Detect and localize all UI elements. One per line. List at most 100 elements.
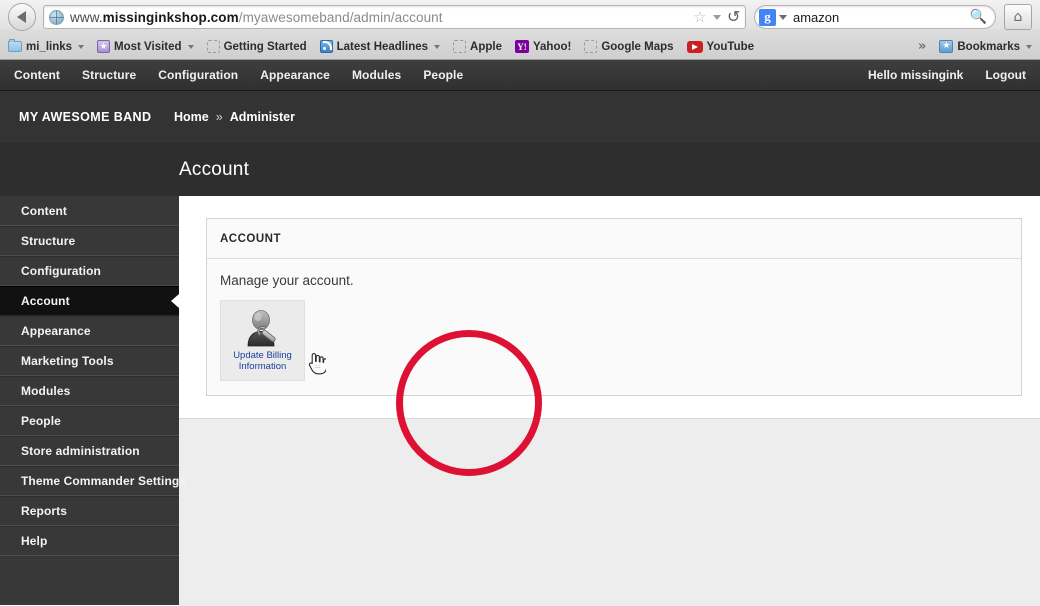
sidebar-item-label: Reports [21,504,68,518]
tile-label-line2: Information [238,360,287,372]
chevron-down-icon [1026,44,1032,49]
chevron-down-icon [78,44,85,49]
panel-description: Manage your account. [220,273,354,288]
admin-toolbar-user-area: Hello missingink Logout [868,68,1026,82]
address-bar[interactable]: www.missinginkshop.com/myawesomeband/adm… [43,5,746,29]
browser-chrome: www.missinginkshop.com/myawesomeband/adm… [0,0,1040,60]
sidebar-item-structure[interactable]: Structure [0,226,179,256]
search-icon[interactable]: 🔍 [970,10,987,24]
placeholder-favicon-icon [584,40,598,53]
sidebar-item-store-administration[interactable]: Store administration [0,436,179,466]
sidebar-item-reports[interactable]: Reports [0,496,179,526]
admin-menu-item-structure[interactable]: Structure [82,68,136,82]
bookmark-label: mi_links [26,40,73,53]
address-bar-url: www.missinginkshop.com/myawesomeband/adm… [70,10,443,25]
bookmark-label: Most Visited [114,40,182,53]
bookmarks-menu-label: Bookmarks [957,40,1020,53]
star-icon[interactable]: ☆ [693,10,706,25]
logout-link[interactable]: Logout [985,68,1026,82]
sidebar-item-account[interactable]: Account [0,286,179,316]
url-path: /myawesomeband/admin/account [238,9,443,25]
bookmark-label: Latest Headlines [336,40,429,53]
user-with-wrench-icon [241,309,285,347]
browser-nav-row: www.missinginkshop.com/myawesomeband/adm… [0,0,1040,34]
tile-label-line1: Update Billing [233,350,292,361]
sidebar-item-label: Help [21,534,48,548]
rss-icon [319,40,333,53]
admin-menu-item-people[interactable]: People [423,68,463,82]
sidebar-item-people[interactable]: People [0,406,179,436]
placeholder-favicon-icon [453,40,467,53]
panel-body: Manage your account. Update Billing Info… [207,259,1021,381]
breadcrumb: Home » Administer [174,110,295,124]
bookmark-getting-started[interactable]: Getting Started [206,40,307,53]
back-button[interactable] [8,3,36,31]
sidebar-item-theme-commander-settings[interactable]: Theme Commander Settings [0,466,186,496]
search-input[interactable]: amazon [793,10,970,25]
sidebar-item-label: Content [21,203,68,218]
url-host: missinginkshop.com [102,9,239,25]
home-button[interactable]: ⌂ [1004,4,1032,30]
address-bar-actions: ☆ ↻ [685,7,740,26]
user-greeting: Hello missingink [868,68,963,82]
tile-update-billing-information[interactable]: Update Billing Information [220,300,305,381]
sidebar-item-label: Theme Commander Settings [21,474,187,488]
content-footer-region [179,418,1040,606]
bookmark-label: Apple [470,40,502,53]
page-title: Account [179,158,250,180]
bookmarks-overflow: » ★ Bookmarks [918,39,1032,54]
url-prefix: www. [70,9,103,25]
bookmark-mi-links[interactable]: mi_links [8,39,85,53]
sidebar: Content Structure Configuration Account … [0,196,186,605]
globe-icon [49,9,64,25]
site-header: MY AWESOME BAND Home » Administer [0,91,1040,143]
tile-label: Update Billing Information [225,350,300,373]
breadcrumb-current: Administer [229,110,295,124]
content-region: ACCOUNT Manage your account. Update Bill… [179,196,1040,476]
google-g-icon[interactable]: g [759,8,776,26]
sidebar-item-content[interactable]: Content [0,196,179,226]
reload-icon[interactable]: ↻ [727,7,740,26]
search-bar[interactable]: g amazon 🔍 [754,5,996,29]
sidebar-item-label: People [21,414,61,428]
sidebar-item-appearance[interactable]: Appearance [0,316,179,346]
back-arrow-icon [16,11,26,23]
chevron-down-icon [187,44,194,49]
admin-menu-item-configuration[interactable]: Configuration [158,68,238,82]
sidebar-item-marketing-tools[interactable]: Marketing Tools [0,346,179,376]
bookmark-label: Getting Started [223,40,307,53]
sidebar-item-configuration[interactable]: Configuration [0,256,179,286]
bookmark-apple[interactable]: Apple [453,40,502,53]
admin-toolbar: Content Structure Configuration Appearan… [0,60,1040,91]
sidebar-item-label: Account [21,294,70,308]
bookmark-google-maps[interactable]: Google Maps [584,40,674,53]
chevron-down-icon[interactable] [779,14,787,20]
greeting-prefix: Hello [867,68,901,82]
bookmark-label: YouTube [706,40,755,53]
page-title-bar: Account [0,143,1040,196]
admin-menu-item-appearance[interactable]: Appearance [260,68,330,82]
admin-menu-item-modules[interactable]: Modules [352,68,401,82]
bookmark-most-visited[interactable]: ★ Most Visited [97,40,194,53]
bookmarks-bar: mi_links ★ Most Visited Getting Started … [0,34,1040,59]
bookmarks-menu-button[interactable]: ★ Bookmarks [939,40,1032,53]
panel-header: ACCOUNT [220,233,281,245]
double-chevron-right-icon[interactable]: » [918,39,926,54]
chevron-down-icon[interactable] [712,14,721,20]
home-icon: ⌂ [1013,9,1023,25]
username: missingink [900,68,964,82]
active-pointer-icon [171,294,179,308]
page-layout: Content Structure Configuration Account … [0,196,1040,606]
account-panel: ACCOUNT Manage your account. Update Bill… [206,218,1022,476]
sidebar-item-modules[interactable]: Modules [0,376,179,406]
admin-menu-item-content[interactable]: Content [14,68,60,82]
bookmark-latest-headlines[interactable]: Latest Headlines [319,40,441,53]
placeholder-favicon-icon [206,40,220,53]
most-visited-icon: ★ [97,40,111,53]
sidebar-item-help[interactable]: Help [0,526,179,556]
bookmark-yahoo[interactable]: Y! Yahoo! [514,40,572,53]
bookmark-youtube[interactable]: YouTube [686,40,755,53]
breadcrumb-home[interactable]: Home [174,110,209,124]
sidebar-item-label: Store administration [21,444,140,458]
bookmark-label: Yahoo! [532,40,572,53]
